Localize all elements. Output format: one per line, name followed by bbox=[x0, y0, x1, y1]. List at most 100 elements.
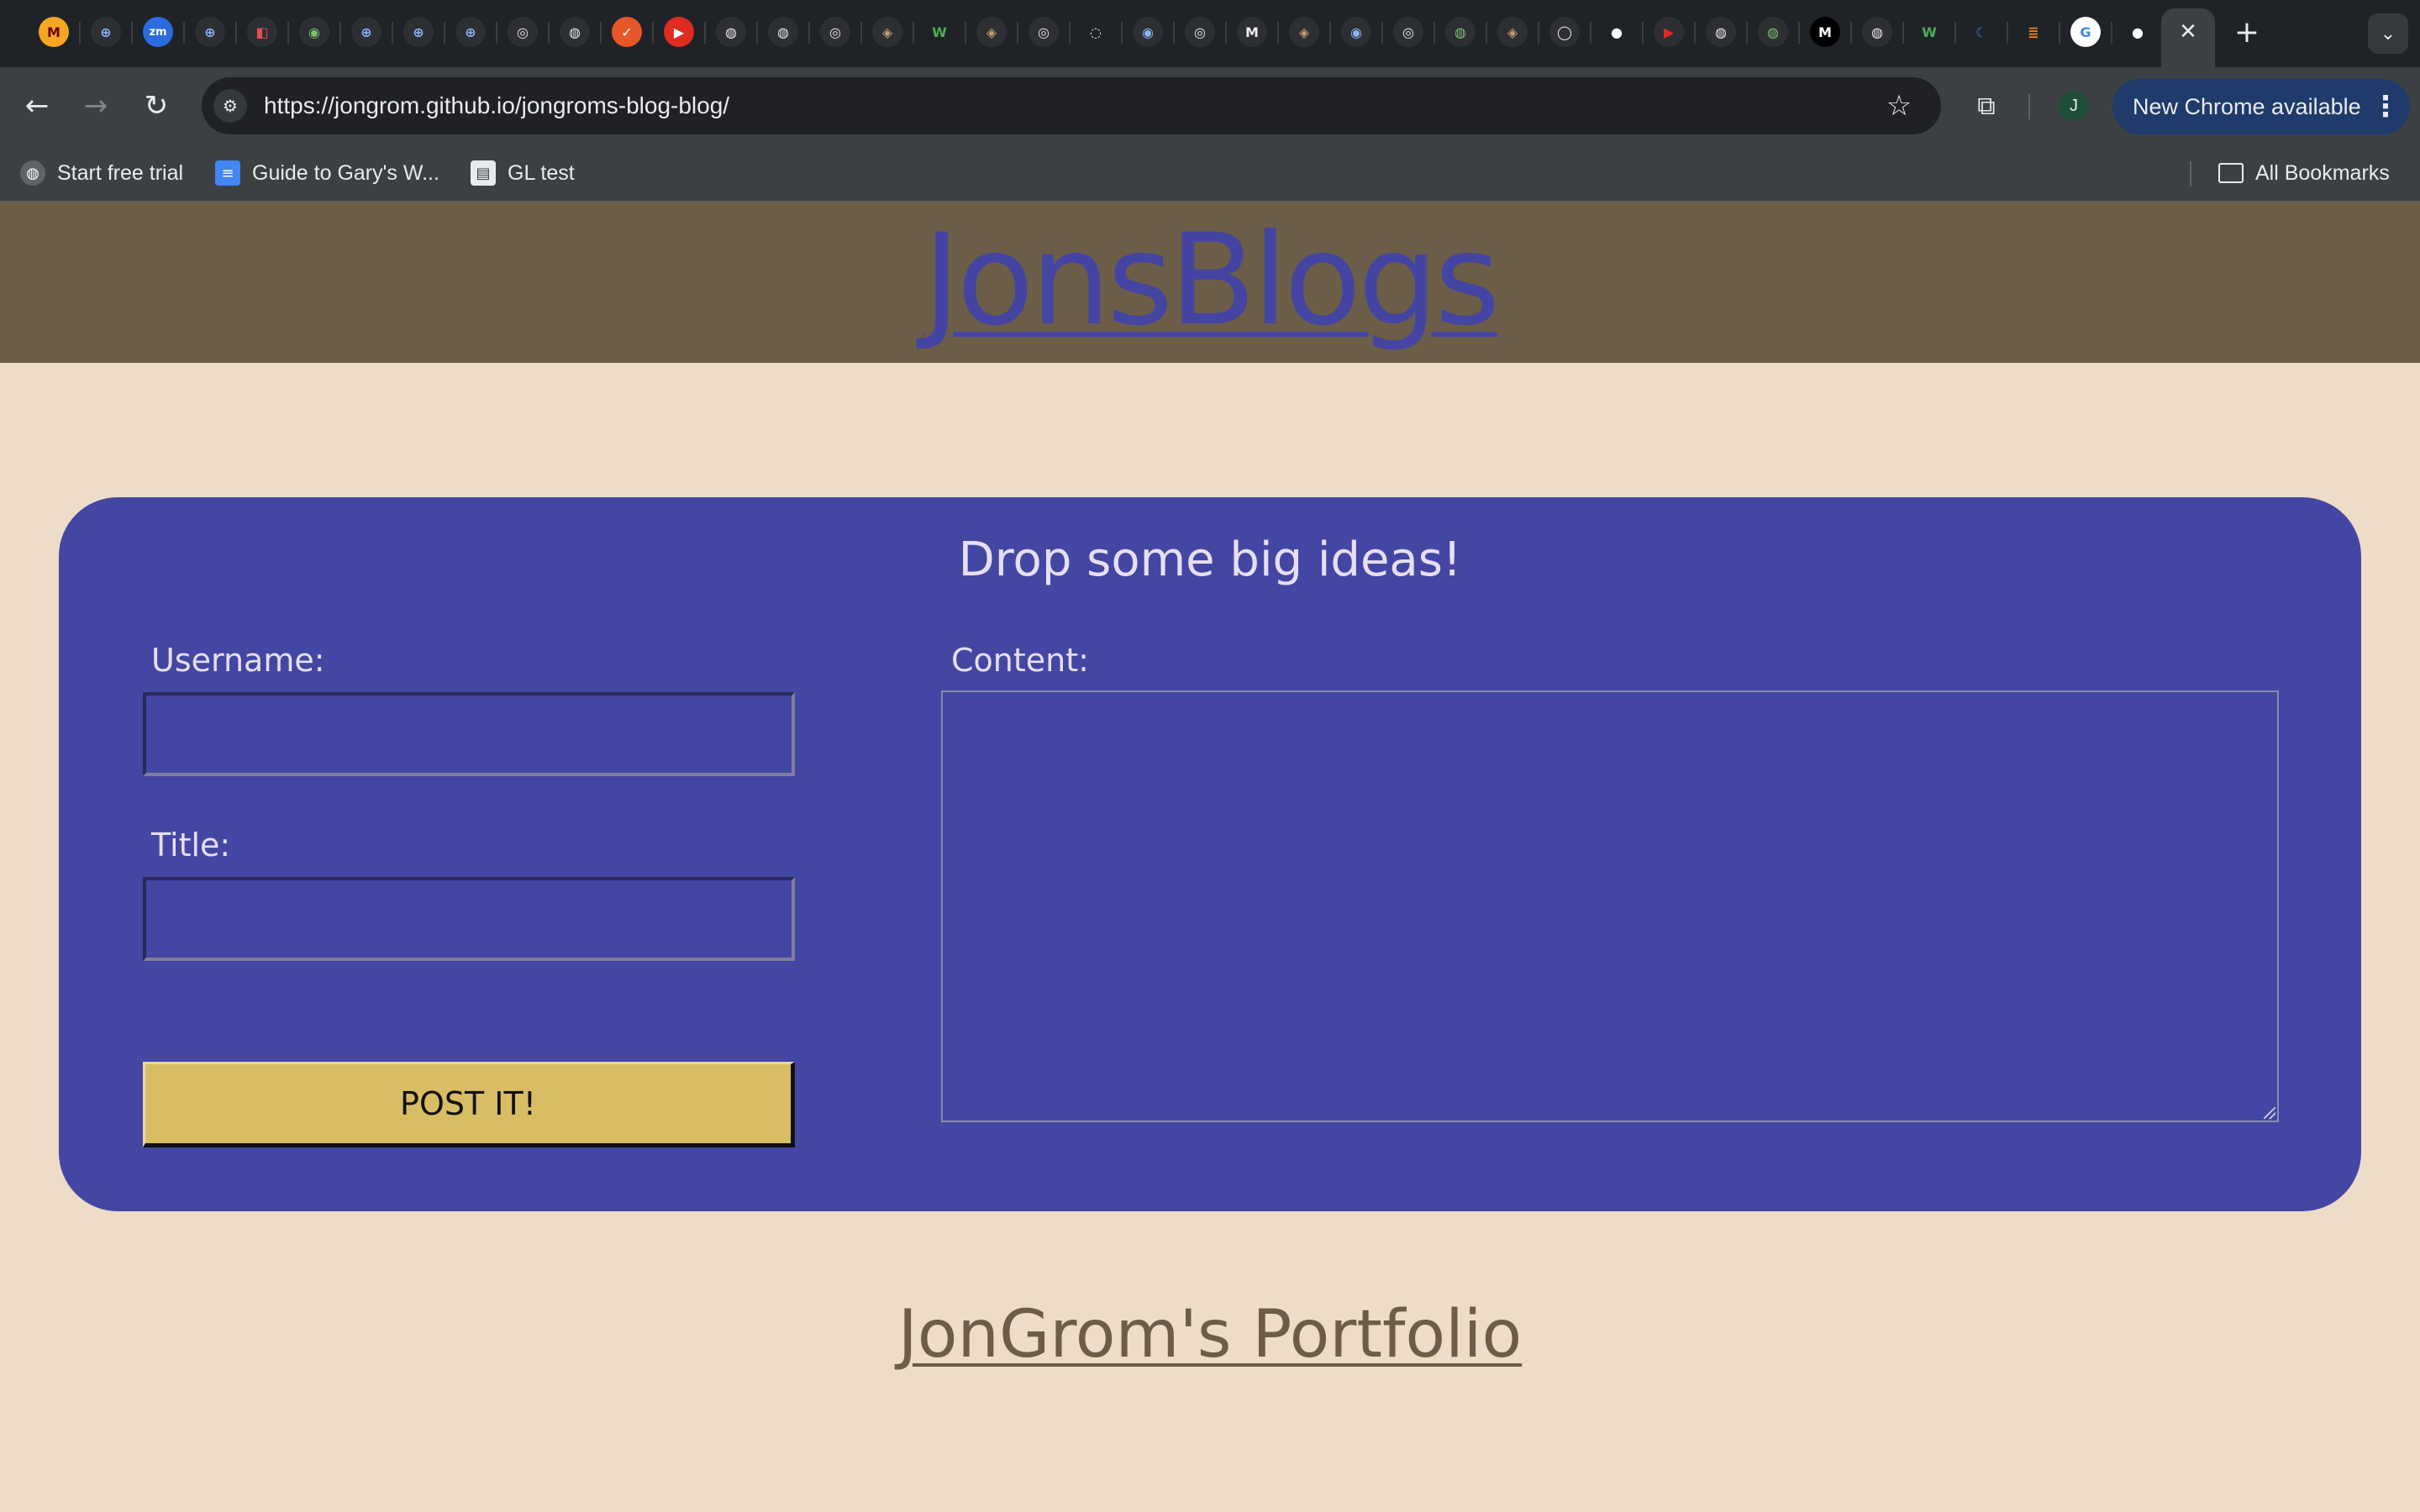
new-tab-button[interactable]: + bbox=[2230, 15, 2264, 50]
back-button[interactable]: ← bbox=[17, 86, 57, 126]
app-icon[interactable]: ◈ bbox=[1497, 17, 1528, 47]
globe-icon[interactable]: ◍ bbox=[716, 17, 746, 47]
tab-separator bbox=[287, 22, 289, 44]
bookmark-guide-to-garys[interactable]: ≡ Guide to Gary's W... bbox=[215, 144, 439, 202]
chrome-icon[interactable]: ◎ bbox=[508, 17, 538, 47]
app-icon[interactable]: ◎ bbox=[1028, 17, 1059, 47]
update-chrome-button[interactable]: New Chrome available ⋮ bbox=[2112, 79, 2410, 134]
portfolio-link[interactable]: JonGrom's Portfolio bbox=[898, 1297, 1522, 1373]
app-icon[interactable]: ◈ bbox=[872, 17, 902, 47]
content-label: Content: bbox=[951, 642, 1089, 679]
tab-search-icon[interactable]: ⌄ bbox=[2368, 13, 2408, 54]
tab-close-icon[interactable]: ✕ bbox=[2173, 17, 2203, 47]
toolbar-divider bbox=[2028, 94, 2030, 119]
bookmarks-divider bbox=[2190, 161, 2191, 186]
zoom-icon[interactable]: zm bbox=[143, 17, 173, 47]
site-title-link[interactable]: JonsBlogs bbox=[923, 205, 1501, 356]
gopher-icon[interactable]: M bbox=[39, 17, 69, 47]
site-info-icon[interactable]: ⚙ bbox=[213, 89, 247, 123]
globe-icon[interactable]: ◍ bbox=[560, 17, 590, 47]
zoom-icon[interactable]: ⊕ bbox=[195, 17, 225, 47]
bookmark-label: Start free trial bbox=[57, 160, 184, 185]
tab-separator bbox=[1434, 22, 1435, 44]
tab-separator bbox=[548, 22, 550, 44]
forward-button[interactable]: → bbox=[76, 86, 116, 126]
file-icon: ▤ bbox=[471, 160, 496, 186]
form-heading: Drop some big ideas! bbox=[958, 533, 1462, 587]
zoom-icon[interactable]: ⊕ bbox=[91, 17, 121, 47]
extensions-icon[interactable]: ⧉ bbox=[1966, 86, 2007, 126]
zoom-icon[interactable]: ⊕ bbox=[351, 17, 381, 47]
bookmark-start-free-trial[interactable]: ◍ Start free trial bbox=[20, 144, 183, 202]
bookmark-label: Guide to Gary's W... bbox=[252, 160, 439, 185]
youtube-icon[interactable]: ▶ bbox=[664, 17, 694, 47]
tab-separator bbox=[600, 22, 602, 44]
google-icon[interactable]: G bbox=[2070, 17, 2101, 47]
tab-separator bbox=[913, 22, 914, 44]
resize-handle-icon[interactable] bbox=[2264, 1107, 2275, 1119]
all-bookmarks-button[interactable]: All Bookmarks bbox=[2218, 144, 2390, 202]
tab-separator bbox=[183, 22, 185, 44]
app-icon[interactable]: ◍ bbox=[1758, 17, 1788, 47]
app-icon[interactable]: ◈ bbox=[1289, 17, 1319, 47]
app-icon[interactable]: M bbox=[1237, 17, 1267, 47]
username-input[interactable] bbox=[143, 692, 795, 776]
globe-icon[interactable]: ◍ bbox=[768, 17, 798, 47]
app-icon[interactable]: ◉ bbox=[1341, 17, 1371, 47]
tab-separator bbox=[860, 22, 862, 44]
w3schools-icon[interactable]: W bbox=[924, 17, 955, 47]
stackoverflow-icon[interactable]: ≣ bbox=[2018, 17, 2049, 47]
content-textarea[interactable] bbox=[941, 690, 2279, 1122]
zoom-icon[interactable]: ⊕ bbox=[455, 17, 486, 47]
zoom-icon[interactable]: ⊕ bbox=[403, 17, 434, 47]
tab-separator bbox=[1954, 22, 1956, 44]
tab-separator bbox=[1798, 22, 1800, 44]
moon-icon[interactable]: ☾ bbox=[1966, 17, 1996, 47]
app-icon[interactable]: ✓ bbox=[612, 17, 642, 47]
tab-separator bbox=[1225, 22, 1227, 44]
tab-separator bbox=[1538, 22, 1539, 44]
tab-separator bbox=[1381, 22, 1383, 44]
github-icon[interactable]: ● bbox=[2123, 17, 2153, 47]
tab-separator bbox=[2111, 22, 2112, 44]
app-icon[interactable]: ◎ bbox=[1393, 17, 1423, 47]
bookmark-gl-test[interactable]: ▤ GL test bbox=[471, 144, 575, 202]
app-icon[interactable]: ◈ bbox=[976, 17, 1007, 47]
medium-icon[interactable]: M bbox=[1810, 17, 1840, 47]
youtube-icon[interactable]: ▶ bbox=[1654, 17, 1684, 47]
profile-avatar[interactable]: J bbox=[2059, 91, 2089, 121]
app-icon[interactable]: ◎ bbox=[820, 17, 850, 47]
title-input[interactable] bbox=[143, 877, 795, 961]
update-chrome-label: New Chrome available bbox=[2133, 94, 2361, 119]
loading-icon[interactable]: ◌ bbox=[1081, 17, 1111, 47]
github-icon[interactable]: ● bbox=[1602, 17, 1632, 47]
tab-separator bbox=[2007, 22, 2008, 44]
tab-separator bbox=[235, 22, 237, 44]
shield-icon[interactable]: ◉ bbox=[299, 17, 329, 47]
tab-separator bbox=[1329, 22, 1331, 44]
tab-separator bbox=[1121, 22, 1123, 44]
github-icon[interactable]: ◯ bbox=[1549, 17, 1580, 47]
all-bookmarks-label: All Bookmarks bbox=[2255, 160, 2390, 185]
bookmarks-bar: ◍ Start free trial ≡ Guide to Gary's W..… bbox=[0, 144, 2420, 202]
w3schools-icon[interactable]: W bbox=[1914, 17, 1944, 47]
tab-separator bbox=[444, 22, 445, 44]
tab-separator bbox=[1746, 22, 1748, 44]
menu-dots-icon[interactable]: ⋮ bbox=[2371, 87, 2400, 127]
post-it-button[interactable]: POST IT! bbox=[143, 1062, 795, 1147]
tab-separator bbox=[1173, 22, 1175, 44]
app-icon[interactable]: ◧ bbox=[247, 17, 277, 47]
app-icon[interactable]: ◍ bbox=[1445, 17, 1476, 47]
tab-separator bbox=[496, 22, 497, 44]
tab-separator bbox=[1694, 22, 1696, 44]
google-docs-icon: ≡ bbox=[215, 160, 240, 186]
app-icon[interactable]: ◉ bbox=[1133, 17, 1163, 47]
globe-icon[interactable]: ◍ bbox=[1862, 17, 1892, 47]
reload-button[interactable]: ↻ bbox=[136, 86, 176, 126]
address-bar[interactable]: ⚙ https://jongrom.github.io/jongroms-blo… bbox=[202, 77, 1941, 134]
globe-icon[interactable]: ◍ bbox=[1706, 17, 1736, 47]
url-text[interactable]: https://jongrom.github.io/jongroms-blog-… bbox=[264, 77, 729, 134]
bookmark-star-icon[interactable]: ☆ bbox=[1879, 86, 1919, 126]
bookmark-label: GL test bbox=[508, 160, 575, 185]
app-icon[interactable]: ◎ bbox=[1185, 17, 1215, 47]
